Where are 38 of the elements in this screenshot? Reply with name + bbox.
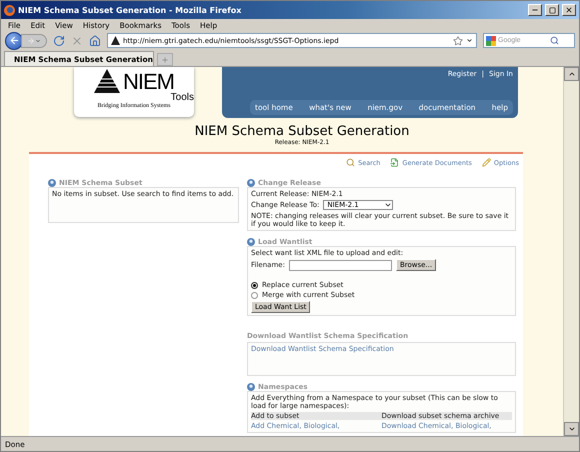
reload-icon — [53, 34, 65, 46]
caret-icon — [384, 201, 392, 209]
search-engine-icon — [486, 36, 496, 46]
up-caret-icon — [568, 70, 576, 78]
magnifier-icon — [346, 158, 356, 167]
home-button[interactable] — [89, 34, 101, 46]
scroll-down-button[interactable] — [564, 422, 579, 436]
triangle-icon — [111, 36, 120, 45]
document-arrow-icon — [390, 158, 400, 167]
back-arrow-icon — [8, 35, 20, 46]
logo-text: NIEM — [123, 71, 174, 93]
window-title: NIEM Schema Subset Generation - Mozilla Firefox — [18, 6, 242, 14]
search-icon[interactable] — [550, 36, 559, 45]
plus-icon — [161, 56, 169, 64]
back-button[interactable] — [5, 32, 23, 50]
stop-icon — [71, 34, 83, 46]
close-icon — [565, 6, 573, 14]
filename-field[interactable] — [288, 260, 392, 270]
maximize-icon — [548, 6, 556, 14]
home-icon — [89, 34, 101, 46]
scroll-up-button[interactable] — [564, 67, 579, 81]
down-caret-icon — [568, 425, 576, 433]
new-tab-button[interactable] — [157, 53, 173, 66]
radio-button[interactable] — [251, 292, 258, 298]
radio-button[interactable] — [251, 282, 258, 288]
star-icon[interactable] — [453, 36, 463, 46]
logo-subtext: Tools — [170, 93, 194, 103]
close-button[interactable] — [562, 4, 576, 16]
dropdown-icon[interactable] — [466, 37, 473, 44]
browser-logo-icon — [4, 4, 15, 16]
reload-button[interactable] — [53, 34, 65, 46]
caret-icon — [35, 38, 41, 44]
pencil-icon — [482, 158, 491, 167]
minimize-button[interactable] — [528, 4, 542, 16]
maximize-button[interactable] — [545, 4, 559, 16]
page-title: NIEM Schema Subset Generation — [194, 124, 410, 139]
stop-button[interactable] — [71, 34, 83, 46]
forward-arrow-icon — [27, 36, 35, 44]
